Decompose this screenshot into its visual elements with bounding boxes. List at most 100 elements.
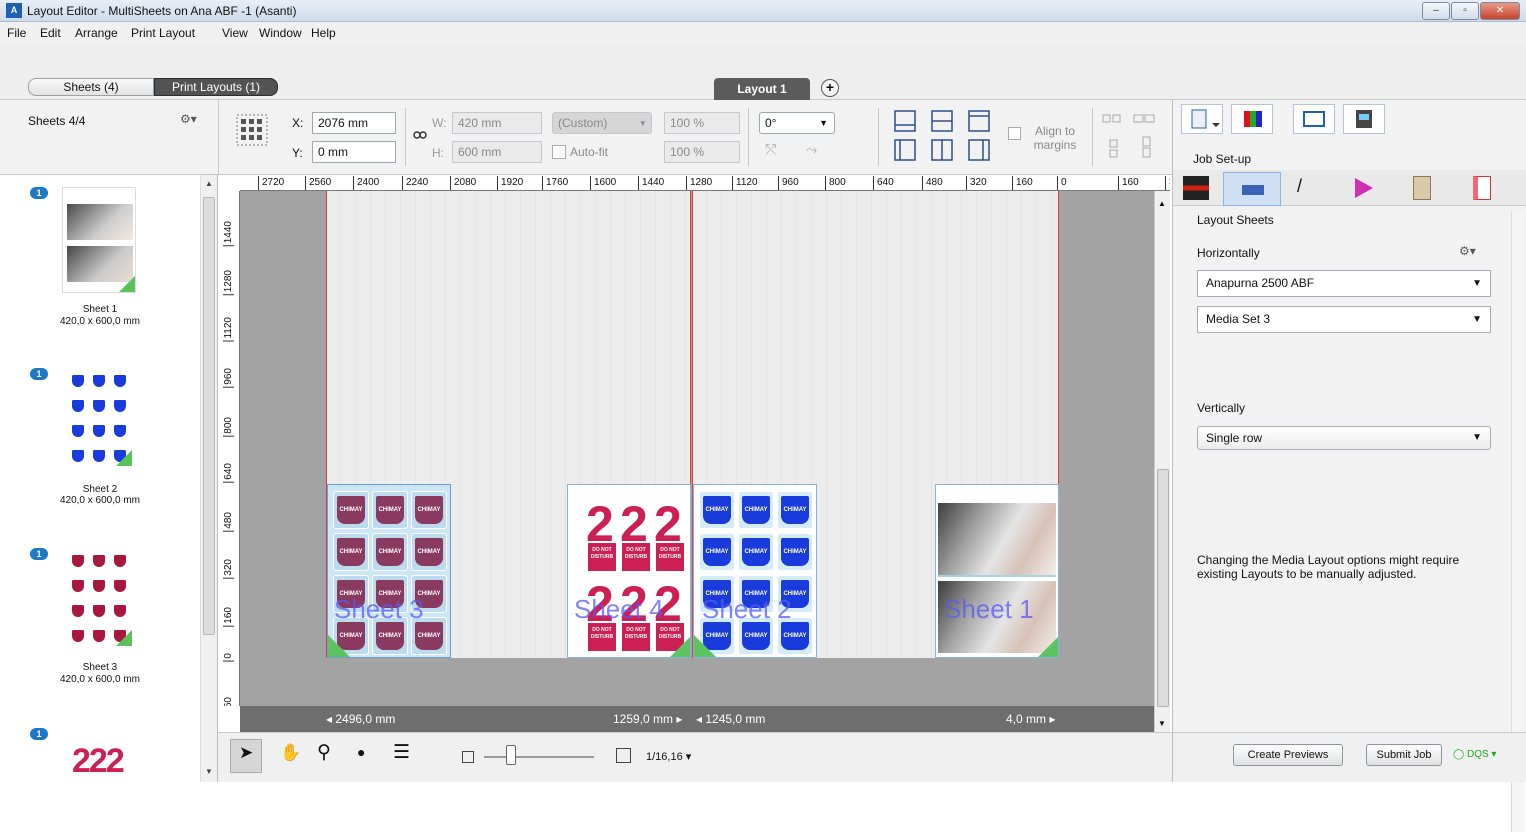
ruler-tick-label: 1280 bbox=[686, 176, 712, 190]
sheets-gear-icon[interactable]: ⚙▾ bbox=[180, 112, 197, 126]
horizontal-gear-icon[interactable]: ⚙▾ bbox=[1459, 244, 1476, 258]
ruler-tick-label: 0 bbox=[223, 653, 234, 662]
ruler-tick-label: 960 bbox=[778, 176, 799, 190]
width-input[interactable]: 420 mm bbox=[452, 112, 542, 134]
print-tile bbox=[68, 420, 88, 442]
align-margins-checkbox[interactable] bbox=[1008, 127, 1021, 140]
ruler-tick-label: 1760 bbox=[542, 176, 568, 190]
x-label: X: bbox=[292, 116, 304, 130]
print-tile bbox=[68, 445, 88, 467]
ruler-tick-label: 480 bbox=[223, 512, 234, 532]
zoom-slider-thumb[interactable] bbox=[506, 745, 516, 765]
brush-icon[interactable]: / bbox=[1297, 176, 1302, 197]
print-tile bbox=[110, 575, 130, 597]
job-tab-preview-icon[interactable] bbox=[1293, 104, 1335, 134]
close-button[interactable]: ✕ bbox=[1480, 2, 1520, 20]
sheet-3-thumbnail[interactable] bbox=[62, 548, 136, 654]
y-position-input[interactable]: 0 mm bbox=[312, 141, 396, 163]
menu-file[interactable]: File bbox=[7, 26, 26, 40]
layout-sheets-heading: Layout Sheets bbox=[1197, 213, 1274, 227]
ruler-tick-label: 160 bbox=[1118, 176, 1139, 190]
rotation-select[interactable]: 0° ▼ bbox=[759, 112, 835, 134]
reference-point-icon[interactable] bbox=[231, 110, 273, 150]
flip-vertical-icon[interactable]: ⤳ bbox=[806, 141, 817, 158]
menu-view[interactable]: View bbox=[222, 26, 248, 40]
sheet-2-thumbnail[interactable] bbox=[62, 368, 136, 474]
dimension-bar: ◂ 2496,0 mm 1259,0 mm ▸ ◂ 1245,0 mm 4,0 … bbox=[240, 706, 1154, 732]
sheets-count-label: Sheets 4/4 bbox=[28, 114, 86, 128]
print-layouts-segment[interactable]: Print Layouts (1) bbox=[154, 78, 278, 96]
settings-sliders-icon[interactable]: ☰ bbox=[393, 741, 410, 764]
size-preset-select[interactable]: (Custom) ▾ bbox=[552, 112, 652, 134]
scale-y-input[interactable]: 100 % bbox=[664, 141, 740, 163]
bottom-toolbar: ➤ ✋ ⚲ ● ☰ 1/16,16 ▾ bbox=[218, 732, 1172, 782]
print-tile bbox=[89, 550, 109, 572]
ruler-tick-label: 1440 bbox=[223, 221, 234, 247]
create-previews-button[interactable]: Create Previews bbox=[1233, 744, 1343, 766]
zoom-out-icon[interactable] bbox=[462, 751, 474, 763]
menu-help[interactable]: Help bbox=[311, 26, 336, 40]
submit-job-button[interactable]: Submit Job bbox=[1366, 744, 1442, 766]
menu-window[interactable]: Window bbox=[259, 26, 302, 40]
hand-tool-icon[interactable]: ✋ bbox=[280, 743, 301, 763]
select-arrow-icon[interactable]: ➤ bbox=[239, 743, 253, 763]
preview-eye-icon[interactable]: ● bbox=[357, 744, 365, 760]
link-dimensions-icon[interactable] bbox=[413, 130, 427, 140]
menu-arrange[interactable]: Arrange bbox=[75, 26, 118, 40]
autofit-label: Auto-fit bbox=[570, 145, 609, 159]
dim-right-gap: ◂ 1245,0 mm bbox=[696, 712, 766, 726]
ruler-tick-label: 2080 bbox=[450, 176, 476, 190]
door-hanger-tile: 2 DO NOT DISTURB bbox=[620, 497, 652, 573]
scale-x-input[interactable]: 100 % bbox=[664, 112, 740, 134]
menu-print-layout[interactable]: Print Layout bbox=[131, 26, 195, 40]
ruler-tick-label: 160 bbox=[1012, 176, 1033, 190]
print-tile bbox=[110, 420, 130, 442]
print-tile bbox=[68, 550, 88, 572]
autofit-checkbox[interactable] bbox=[552, 145, 566, 159]
layout-sheets-tab[interactable] bbox=[1223, 172, 1281, 206]
canvas-scrollbar[interactable]: ▲ ▼ bbox=[1154, 191, 1170, 732]
minimize-button[interactable]: – bbox=[1422, 2, 1450, 20]
sheet-3-placement[interactable]: CHIMAY CHIMAY CHIMAY CHIMAY CHIMAY CHIMAY CHIM… bbox=[327, 484, 451, 658]
print-tile: CHIMAY bbox=[411, 491, 447, 529]
sheets-segment[interactable]: Sheets (4) bbox=[28, 78, 154, 96]
distribute-icons[interactable] bbox=[1100, 112, 1162, 160]
job-tab-color-icon[interactable] bbox=[1231, 104, 1273, 134]
x-position-input[interactable]: 2076 mm bbox=[312, 112, 396, 134]
zoom-tool-icon[interactable]: ⚲ bbox=[317, 741, 331, 764]
printer-icon[interactable] bbox=[1183, 176, 1209, 200]
book-icon[interactable] bbox=[1413, 176, 1431, 200]
sheet-2-placement[interactable]: CHIMAY CHIMAY CHIMAY CHIMAY CHIMAY CHIMAY CHIM… bbox=[693, 484, 817, 658]
dim-left-end: 1259,0 mm ▸ bbox=[613, 712, 683, 726]
flip-horizontal-icon[interactable]: ⤲ bbox=[765, 141, 776, 158]
zoom-slider[interactable] bbox=[484, 756, 594, 758]
sheets-scrollbar[interactable]: ▲ ▼ bbox=[200, 175, 217, 782]
sheet-1-placement[interactable] bbox=[935, 484, 1059, 658]
maximize-button[interactable]: ▫ bbox=[1451, 2, 1479, 20]
layout-canvas[interactable]: CHIMAY CHIMAY CHIMAY CHIMAY CHIMAY CHIMAY CHIM… bbox=[240, 191, 1154, 706]
job-tab-output-icon[interactable] bbox=[1343, 104, 1385, 134]
pages-icon[interactable] bbox=[1473, 176, 1491, 200]
media-set-select[interactable]: Media Set 3 ▼ bbox=[1197, 306, 1491, 333]
ruler-tick-label: 160 bbox=[223, 607, 234, 627]
zoom-in-icon[interactable] bbox=[616, 748, 631, 763]
media-select[interactable]: Anapurna 2500 ABF ▼ bbox=[1197, 270, 1491, 297]
zoom-level[interactable]: 1/16,16 ▾ bbox=[646, 750, 691, 763]
height-input[interactable]: 600 mm bbox=[452, 141, 542, 163]
sheet-1-thumbnail[interactable] bbox=[62, 187, 136, 293]
tab-layout-1[interactable]: Layout 1 bbox=[714, 78, 810, 100]
vertically-label: Vertically bbox=[1197, 401, 1246, 415]
dqs-status[interactable]: ◯ DQS ▾ bbox=[1453, 749, 1496, 760]
ruler-tick-label: 1440 bbox=[638, 176, 664, 190]
window-title: Layout Editor - MultiSheets on Ana ABF -… bbox=[27, 4, 297, 18]
sheet-4-placement[interactable]: 2 DO NOT DISTURB 2 DO NOT DISTURB 2 DO NOT DI… bbox=[567, 484, 691, 658]
ruler-tick-label: 800 bbox=[825, 176, 846, 190]
print-tile bbox=[89, 395, 109, 417]
add-tab-button[interactable]: + bbox=[821, 79, 839, 97]
menu-edit[interactable]: Edit bbox=[40, 26, 61, 40]
color-triangle-icon[interactable] bbox=[1355, 178, 1373, 198]
rows-select[interactable]: Single row ▼ bbox=[1197, 426, 1491, 450]
sheet-4-thumbnail[interactable]: 222 bbox=[62, 728, 136, 782]
alignment-icons[interactable] bbox=[894, 110, 1004, 162]
job-tab-document-icon[interactable] bbox=[1181, 104, 1223, 134]
